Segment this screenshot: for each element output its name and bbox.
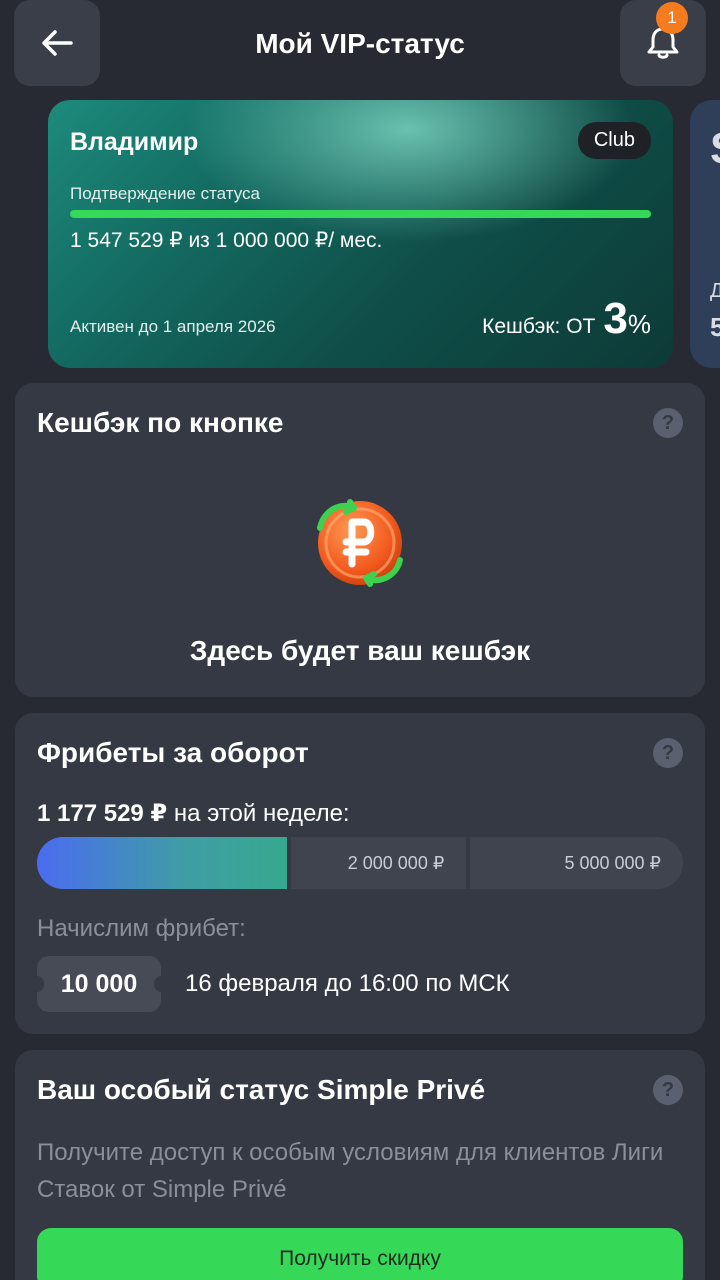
next-card-glyph: S	[710, 124, 720, 174]
turnover-segment-1	[37, 837, 288, 889]
active-until-text: Активен до 1 апреля 2026	[70, 317, 276, 336]
cashback-panel-title: Кешбэк по кнопке	[37, 407, 284, 438]
prive-description: Получите доступ к особым условиям для кл…	[37, 1139, 664, 1203]
page-title: Мой VIP-статус	[255, 28, 465, 59]
help-icon[interactable]: ?	[653, 738, 683, 768]
status-confirm-label: Подтверждение статуса	[70, 184, 260, 203]
turnover-segment-fill	[37, 837, 288, 889]
status-progress-fill	[70, 210, 651, 218]
cashback-rate-value: 3	[603, 294, 628, 343]
prive-panel-title: Ваш особый статус Simple Privé	[37, 1074, 486, 1105]
ruble-coin-icon	[310, 498, 410, 588]
cashback-rate-sign: %	[627, 309, 651, 339]
turnover-segment-3: 5 000 000 ₽	[470, 837, 683, 889]
weekly-turnover-amount: 1 177 529 ₽	[37, 800, 168, 827]
cashback-empty-text: Здесь будет ваш кешбэк	[189, 635, 531, 666]
weekly-turnover-suffix: на этой неделе:	[173, 800, 350, 827]
accrue-label: Начислим фрибет:	[37, 915, 246, 942]
status-amount-text: 1 547 529 ₽ из 1 000 000 ₽/ мес.	[70, 229, 383, 252]
get-discount-button[interactable]: Получить скидку	[37, 1228, 683, 1280]
cashback-rate: Кешбэк: ОТ 3%	[482, 294, 651, 344]
cashback-rate-label: Кешбэк: ОТ	[482, 315, 596, 338]
simple-prive-panel: Ваш особый статус Simple Privé ? Получит…	[15, 1050, 705, 1280]
cashback-button-panel: Кешбэк по кнопке ? Здесь будет ваш кешбэ…	[15, 383, 705, 697]
turnover-segment-2: 2 000 000 ₽	[291, 837, 467, 889]
freebets-turnover-panel: Фрибеты за оборот ? 1 177 529 ₽ на этой …	[15, 713, 705, 1034]
vip-status-card[interactable]: Владимир Club Подтверждение статуса 1 54…	[48, 100, 673, 368]
notifications-button[interactable]: 1	[620, 0, 706, 86]
next-card-text: Д	[710, 280, 720, 302]
status-progress-bar	[70, 210, 651, 218]
freebet-amount-ticket: 10 000	[30, 956, 168, 1012]
user-name: Владимир	[70, 128, 199, 156]
next-card-value: 5	[710, 312, 720, 342]
next-status-card[interactable]: S Д 5	[690, 100, 720, 368]
freebets-panel-title: Фрибеты за оборот	[37, 737, 309, 768]
notification-count-badge: 1	[656, 2, 688, 34]
help-icon[interactable]: ?	[653, 408, 683, 438]
tier-badge: Club	[577, 122, 651, 159]
turnover-progress: 2 000 000 ₽ 5 000 000 ₽	[37, 837, 683, 889]
weekly-turnover: 1 177 529 ₽ на этой неделе:	[37, 799, 350, 828]
freebet-date: 16 февраля до 16:00 по МСК	[185, 970, 510, 997]
help-icon[interactable]: ?	[653, 1075, 683, 1105]
vip-status-screen: Мой VIP-статус 1 Владимир Club Подтвержд…	[0, 0, 720, 1280]
